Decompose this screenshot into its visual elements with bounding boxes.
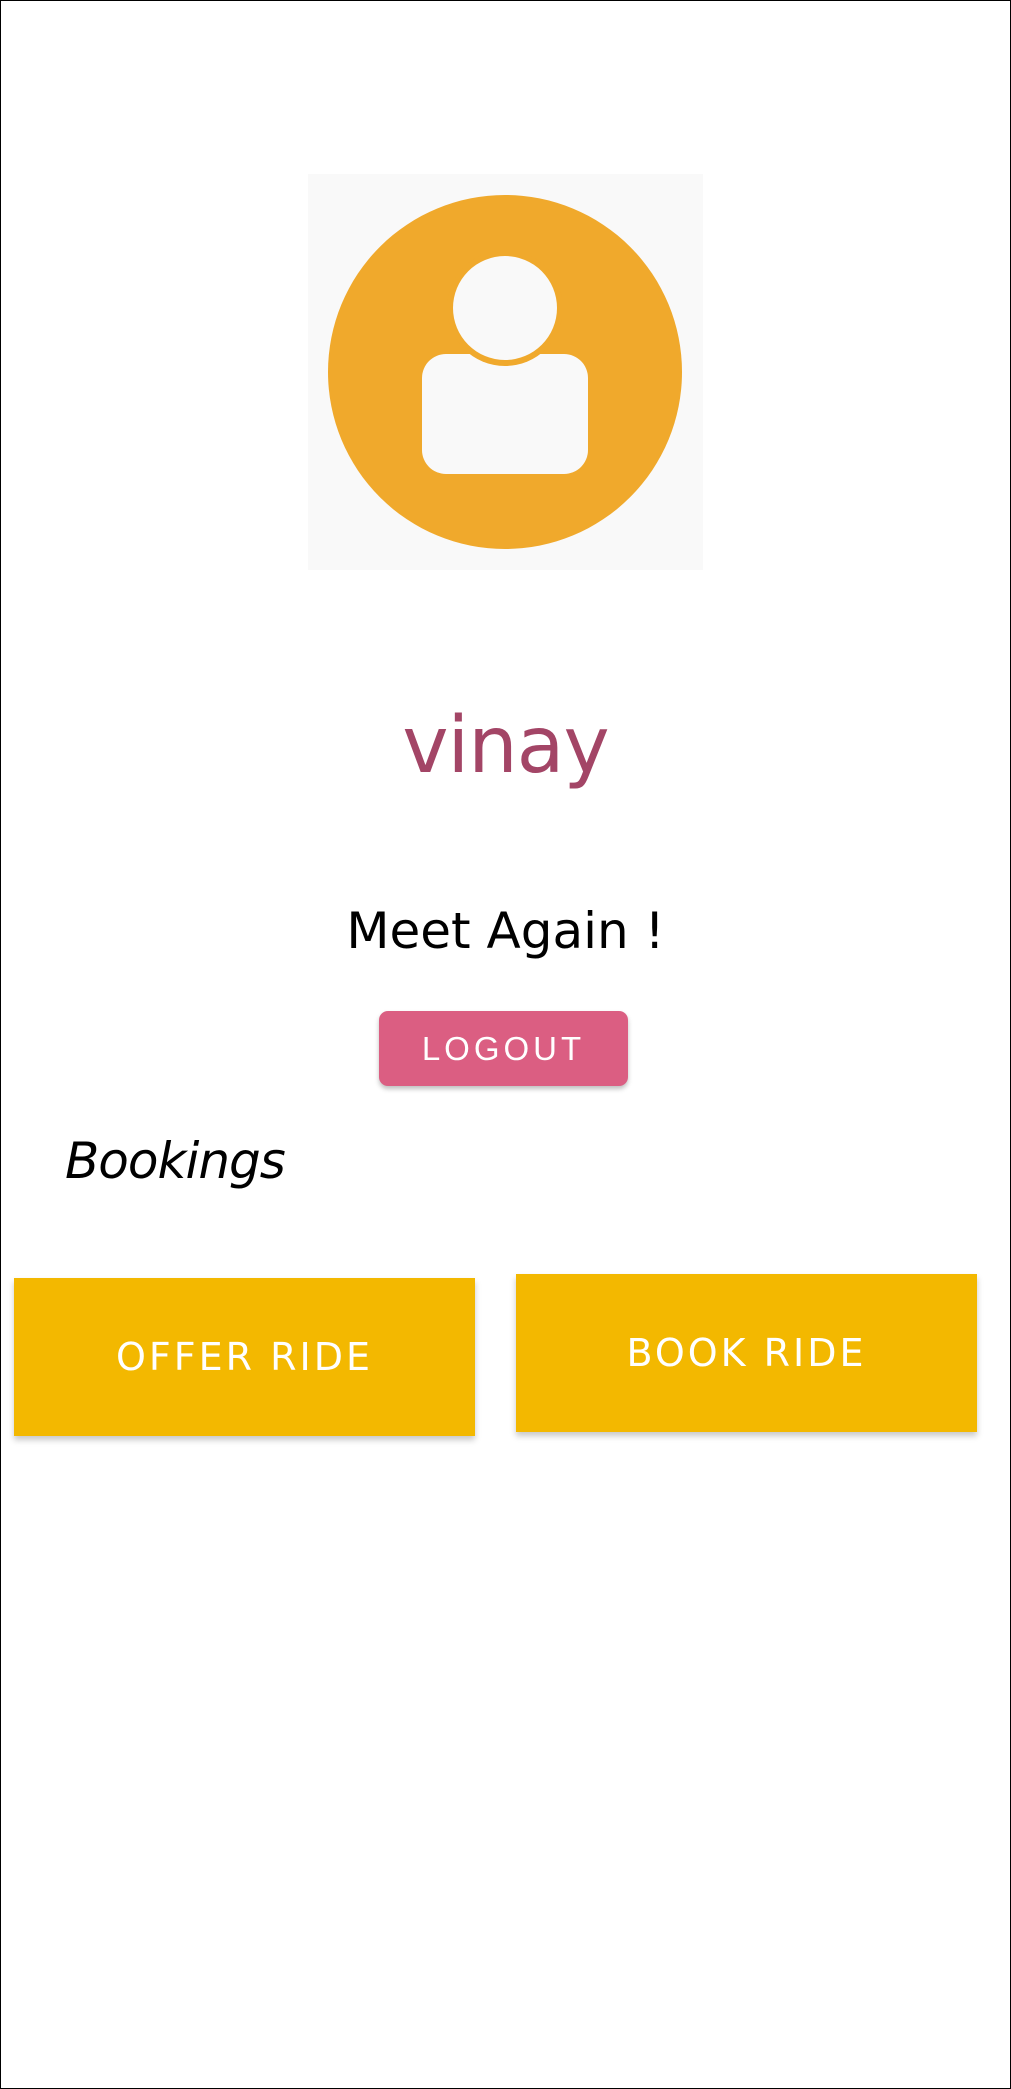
user-name: vinay xyxy=(402,701,609,791)
greeting-text: Meet Again ! xyxy=(346,902,665,960)
avatar xyxy=(308,174,703,570)
bookings-heading: Bookings xyxy=(65,1132,286,1190)
user-avatar-icon xyxy=(328,195,682,549)
offer-ride-button[interactable]: OFFER RIDE xyxy=(14,1278,475,1436)
book-ride-button[interactable]: BOOK RIDE xyxy=(516,1274,977,1432)
profile-screen: vinay Meet Again ! LOGOUT Bookings OFFER… xyxy=(0,0,1011,2089)
logout-button[interactable]: LOGOUT xyxy=(379,1011,628,1086)
